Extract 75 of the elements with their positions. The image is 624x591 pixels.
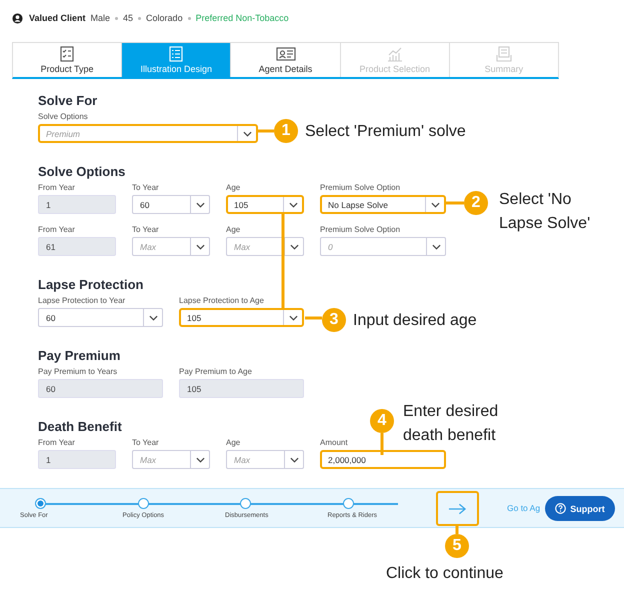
readonly-field[interactable]: 1 bbox=[38, 195, 116, 214]
step-marker[interactable] bbox=[240, 498, 251, 508]
tab-icon bbox=[276, 46, 296, 62]
section-heading: Solve Options bbox=[38, 164, 126, 180]
readonly-field[interactable]: 105 bbox=[179, 379, 304, 398]
readonly-field[interactable]: 61 bbox=[38, 237, 116, 256]
chevron-icon bbox=[196, 244, 204, 250]
chevron-icon bbox=[242, 130, 252, 136]
step-marker[interactable] bbox=[35, 498, 46, 508]
text-field[interactable]: 2,000,000 bbox=[320, 450, 446, 469]
dropdown-field[interactable]: 105 bbox=[179, 308, 304, 327]
readonly-field[interactable]: 1 bbox=[38, 450, 116, 469]
field-label: Lapse Protection to Age bbox=[179, 296, 265, 306]
chevron-icon bbox=[196, 202, 204, 208]
readonly-field[interactable]: 60 bbox=[38, 379, 163, 398]
field-label: Amount bbox=[320, 438, 349, 448]
field-label: Premium Solve Option bbox=[320, 183, 402, 193]
client-status: Preferred Non-Tobacco bbox=[196, 13, 289, 23]
field-label: Pay Premium to Age bbox=[179, 367, 253, 377]
next-button[interactable] bbox=[436, 491, 479, 526]
field-label: Lapse Protection to Year bbox=[38, 296, 126, 306]
chevron-icon bbox=[430, 202, 440, 208]
arrow-right-icon bbox=[448, 502, 467, 514]
help-icon bbox=[555, 503, 566, 514]
dropdown-field[interactable]: No Lapse Solve bbox=[320, 195, 446, 214]
field-label: Solve Options bbox=[38, 112, 89, 122]
leader-line bbox=[456, 526, 458, 534]
chevron-icon bbox=[288, 202, 298, 208]
client-detail: Colorado bbox=[146, 13, 183, 23]
step-number-badge: 5 bbox=[445, 534, 469, 558]
callout-text: Click to continue bbox=[386, 564, 504, 584]
field-label: To Year bbox=[132, 438, 160, 448]
chevron-icon bbox=[148, 314, 158, 320]
dropdown-field[interactable]: 105 bbox=[226, 195, 304, 214]
step-number-badge: 3 bbox=[322, 308, 346, 332]
field-label: From Year bbox=[38, 183, 76, 193]
client-name: Valued Client bbox=[29, 13, 86, 23]
callout-text: Select 'Premium' solve bbox=[305, 122, 467, 142]
chevron-icon bbox=[196, 456, 204, 462]
step-number-badge: 1 bbox=[274, 119, 298, 143]
step-marker[interactable] bbox=[138, 498, 148, 508]
section-heading: Pay Premium bbox=[38, 348, 120, 364]
field-label: Age bbox=[226, 183, 242, 193]
section-heading: Solve For bbox=[38, 93, 98, 109]
field-label: To Year bbox=[132, 225, 160, 235]
callout-text: Input desired age bbox=[353, 311, 478, 331]
client-detail: Male bbox=[90, 13, 110, 23]
field-label: From Year bbox=[38, 438, 76, 448]
step-number-badge: 4 bbox=[370, 409, 394, 433]
field-label: To Year bbox=[132, 183, 160, 193]
user-icon bbox=[12, 12, 23, 24]
chevron-icon bbox=[432, 244, 440, 250]
client-detail: 45 bbox=[123, 13, 134, 23]
leader-line bbox=[446, 202, 464, 204]
tab-icon bbox=[494, 46, 514, 62]
field-label: Pay Premium to Years bbox=[38, 367, 118, 377]
field-label: Age bbox=[226, 225, 242, 235]
chevron-icon bbox=[290, 456, 298, 462]
leader-line bbox=[380, 433, 384, 455]
dropdown-field[interactable]: 60 bbox=[38, 308, 163, 327]
field-label: Age bbox=[226, 438, 242, 448]
field-label: Premium Solve Option bbox=[320, 225, 402, 235]
section-heading: Death Benefit bbox=[38, 419, 122, 435]
callout-text: Enter desired death benefit bbox=[403, 402, 500, 446]
dropdown-field[interactable]: 60 bbox=[132, 195, 210, 214]
support-button[interactable]: Support bbox=[545, 496, 615, 521]
tab[interactable]: Agent Details bbox=[231, 43, 341, 77]
step-marker[interactable] bbox=[342, 498, 354, 508]
field-label: From Year bbox=[38, 225, 76, 235]
section-heading: Lapse Protection bbox=[38, 277, 144, 293]
callout-text: Select 'No Lapse Solve' bbox=[499, 190, 592, 234]
chevron-icon bbox=[288, 314, 298, 320]
step-number-badge: 2 bbox=[464, 191, 488, 215]
chevron-icon bbox=[290, 244, 298, 250]
leader-line bbox=[258, 130, 274, 132]
